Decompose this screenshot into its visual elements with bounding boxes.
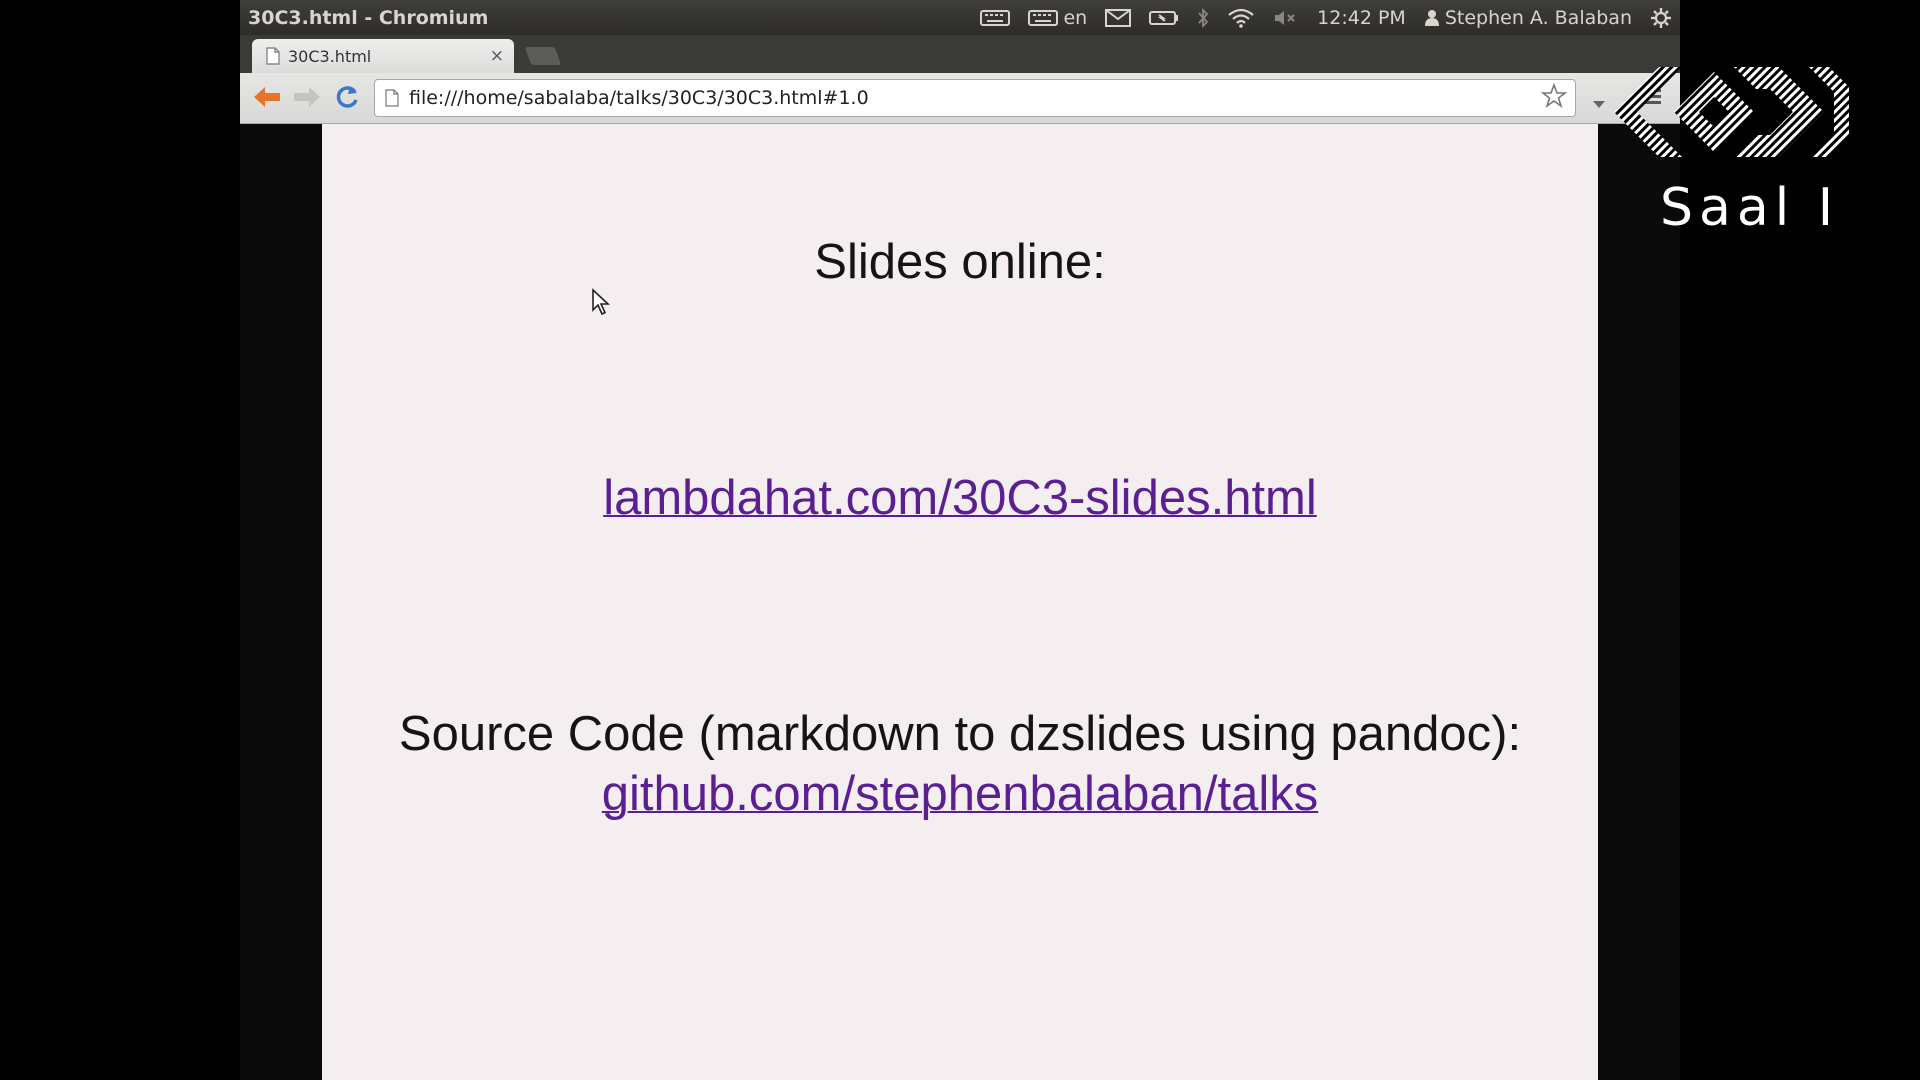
mail-icon[interactable] [1105, 8, 1132, 27]
slide: Slides online: lambdahat.com/30C3-slides… [322, 124, 1598, 1080]
mouse-cursor-icon [591, 288, 611, 320]
source-code-link[interactable]: github.com/stephenbalaban/talks [602, 767, 1318, 821]
user-name: Stephen A. Balaban [1444, 6, 1632, 29]
user-icon [1424, 9, 1439, 26]
keyboard-layout-indicator[interactable]: en [1028, 7, 1087, 29]
keyboard-layout-icon [1028, 9, 1059, 26]
browser-toolbar: file:///home/sabalaba/talks/30C3/30C3.ht… [240, 73, 1680, 124]
new-tab-button[interactable] [524, 47, 562, 65]
reload-icon[interactable] [334, 84, 360, 114]
keyboard-icon[interactable] [980, 9, 1011, 26]
wifi-icon[interactable] [1227, 8, 1255, 28]
slide-heading: Slides online: [814, 235, 1106, 289]
ccc-logo-icon [1604, 52, 1854, 176]
tab-strip: 30C3.html × [240, 35, 1680, 73]
window-title: 30C3.html - Chromium [248, 7, 489, 29]
user-menu[interactable]: Stephen A. Balaban [1424, 7, 1632, 29]
volume-muted-icon[interactable] [1273, 9, 1299, 27]
tab-30c3[interactable]: 30C3.html × [252, 39, 514, 73]
room-label: Saal I [1660, 178, 1840, 238]
top-panel: 30C3.html - Chromium en 12:42 PM Stephen… [240, 0, 1680, 35]
tab-close-icon[interactable]: × [490, 46, 504, 66]
slides-online-link[interactable]: lambdahat.com/30C3-slides.html [603, 471, 1317, 525]
source-code-heading: Source Code (markdown to dzslides using … [398, 707, 1522, 761]
url-text[interactable]: file:///home/sabalaba/talks/30C3/30C3.ht… [409, 87, 1541, 109]
back-arrow-icon[interactable] [252, 84, 282, 114]
keyboard-layout-label: en [1063, 6, 1088, 29]
page-icon [385, 89, 399, 107]
battery-icon[interactable] [1149, 10, 1179, 26]
indicator-area: en 12:42 PM Stephen A. Balaban [980, 0, 1672, 35]
bluetooth-icon[interactable] [1197, 7, 1209, 29]
forward-arrow-icon[interactable] [292, 84, 322, 114]
session-gear-icon[interactable] [1650, 7, 1672, 29]
bookmark-star-icon[interactable] [1540, 82, 1568, 113]
page-icon [266, 47, 280, 65]
address-bar[interactable]: file:///home/sabalaba/talks/30C3/30C3.ht… [374, 79, 1576, 117]
tab-title: 30C3.html [288, 46, 372, 66]
clock[interactable]: 12:42 PM [1317, 7, 1406, 29]
